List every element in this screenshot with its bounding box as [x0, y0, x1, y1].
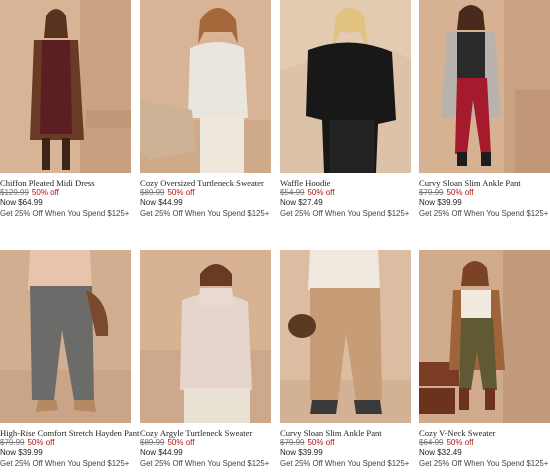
product-image[interactable] [419, 250, 550, 423]
promo-text: Get 25% Off When You Spend $125+ [140, 209, 270, 218]
promo-text: Get 25% Off When You Spend $125+ [280, 459, 410, 468]
product-image[interactable] [140, 250, 271, 423]
price-line: $79.99 50% off [419, 188, 550, 198]
original-price: $89.99 [140, 188, 165, 197]
price-line: $54.99 50% off [280, 188, 420, 198]
product-name[interactable]: Chiffon Pleated Midi Dress [0, 178, 140, 188]
discount-label: 50% off [167, 188, 195, 197]
sale-price: Now $39.99 [419, 198, 462, 207]
promo-text: Get 25% Off When You Spend $125+ [419, 209, 549, 218]
sale-price: Now $27.49 [280, 198, 323, 207]
discount-label: 50% off [446, 438, 474, 447]
original-price: $64.99 [419, 438, 444, 447]
original-price: $79.99 [280, 438, 305, 447]
original-price: $129.99 [0, 188, 29, 197]
product-image[interactable] [280, 250, 411, 423]
promo-text: Get 25% Off When You Spend $125+ [0, 459, 130, 468]
price-line: $79.99 50% off [280, 438, 420, 448]
product-image[interactable] [280, 0, 411, 173]
product-image[interactable] [140, 0, 271, 173]
sale-price: Now $39.99 [0, 448, 43, 457]
product-name[interactable]: Curvy Sloan Slim Ankle Pant [419, 178, 550, 188]
discount-label: 50% off [27, 438, 55, 447]
price-line: $129.99 50% off [0, 188, 140, 198]
original-price: $79.99 [0, 438, 25, 447]
sale-price: Now $64.99 [0, 198, 43, 207]
discount-label: 50% off [167, 438, 195, 447]
discount-label: 50% off [307, 188, 335, 197]
price-line: $79.99 50% off [0, 438, 140, 448]
sale-price: Now $44.99 [140, 448, 183, 457]
price-line: $89.99 50% off [140, 188, 280, 198]
original-price: $89.99 [140, 438, 165, 447]
discount-label: 50% off [446, 188, 474, 197]
product-name[interactable]: Curvy Sloan Slim Ankle Pant [280, 428, 420, 438]
original-price: $79.99 [419, 188, 444, 197]
promo-text: Get 25% Off When You Spend $125+ [140, 459, 270, 468]
promo-text: Get 25% Off When You Spend $125+ [0, 209, 130, 218]
product-image[interactable] [0, 250, 131, 423]
product-image[interactable] [419, 0, 550, 173]
sale-price: Now $32.49 [419, 448, 462, 457]
discount-label: 50% off [31, 188, 59, 197]
promo-text: Get 25% Off When You Spend $125+ [419, 459, 549, 468]
product-image[interactable] [0, 0, 131, 173]
product-name[interactable]: High-Rise Comfort Stretch Hayden Pant [0, 428, 140, 438]
price-line: $64.99 50% off [419, 438, 550, 448]
discount-label: 50% off [307, 438, 335, 447]
product-name[interactable]: Cozy V-Neck Sweater [419, 428, 550, 438]
price-line: $89.99 50% off [140, 438, 280, 448]
original-price: $54.99 [280, 188, 305, 197]
product-name[interactable]: Waffle Hoodie [280, 178, 420, 188]
sale-price: Now $44.99 [140, 198, 183, 207]
product-name[interactable]: Cozy Argyle Turtleneck Sweater [140, 428, 280, 438]
product-name[interactable]: Cozy Oversized Turtleneck Sweater [140, 178, 280, 188]
promo-text: Get 25% Off When You Spend $125+ [280, 209, 410, 218]
sale-price: Now $39.99 [280, 448, 323, 457]
